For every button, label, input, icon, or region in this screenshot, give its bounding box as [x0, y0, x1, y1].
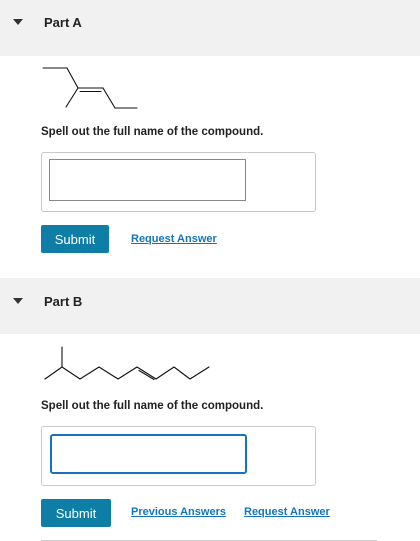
part-b-prompt: Spell out the full name of the compound. — [41, 400, 264, 412]
part-a-header[interactable]: Part A — [0, 0, 420, 56]
part-a-answer-box — [41, 152, 316, 212]
part-a-submit-button[interactable]: Submit — [41, 225, 109, 253]
part-b-structure — [40, 345, 215, 390]
part-a-structure — [40, 64, 140, 114]
part-a-answer-input[interactable] — [49, 159, 246, 201]
collapse-caret-icon[interactable] — [13, 298, 23, 304]
skeletal-structure-part-a — [42, 67, 138, 109]
part-b-previous-answers-link[interactable]: Previous Answers — [131, 506, 226, 518]
skeletal-structure-part-b — [44, 346, 210, 381]
part-b-title: Part B — [44, 294, 83, 309]
part-b-request-answer-link[interactable]: Request Answer — [244, 506, 330, 518]
part-b-submit-button[interactable]: Submit — [41, 499, 111, 527]
collapse-caret-icon[interactable] — [13, 19, 23, 25]
part-a-title: Part A — [44, 15, 82, 30]
part-b-header[interactable]: Part B — [0, 278, 420, 334]
part-a-request-answer-link[interactable]: Request Answer — [131, 233, 217, 245]
part-b-answer-box — [41, 426, 316, 486]
part-a-prompt: Spell out the full name of the compound. — [41, 126, 264, 138]
part-b-answer-input[interactable] — [50, 434, 247, 474]
